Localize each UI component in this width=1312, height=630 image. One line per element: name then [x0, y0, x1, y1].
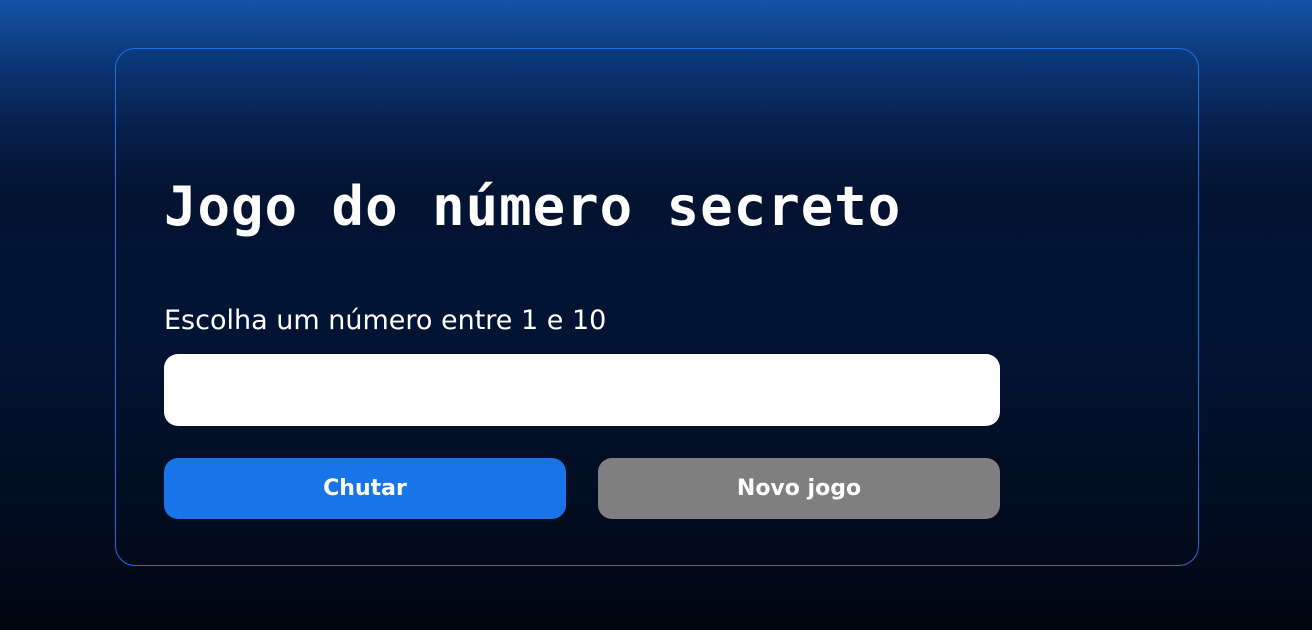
page-title: Jogo do número secreto	[164, 175, 902, 238]
game-prompt: Escolha um número entre 1 e 10	[164, 305, 607, 336]
guess-input[interactable]	[164, 354, 1000, 426]
guess-button[interactable]: Chutar	[164, 458, 566, 519]
new-game-button[interactable]: Novo jogo	[598, 458, 1000, 519]
game-container: Jogo do número secreto Escolha um número…	[115, 48, 1199, 566]
